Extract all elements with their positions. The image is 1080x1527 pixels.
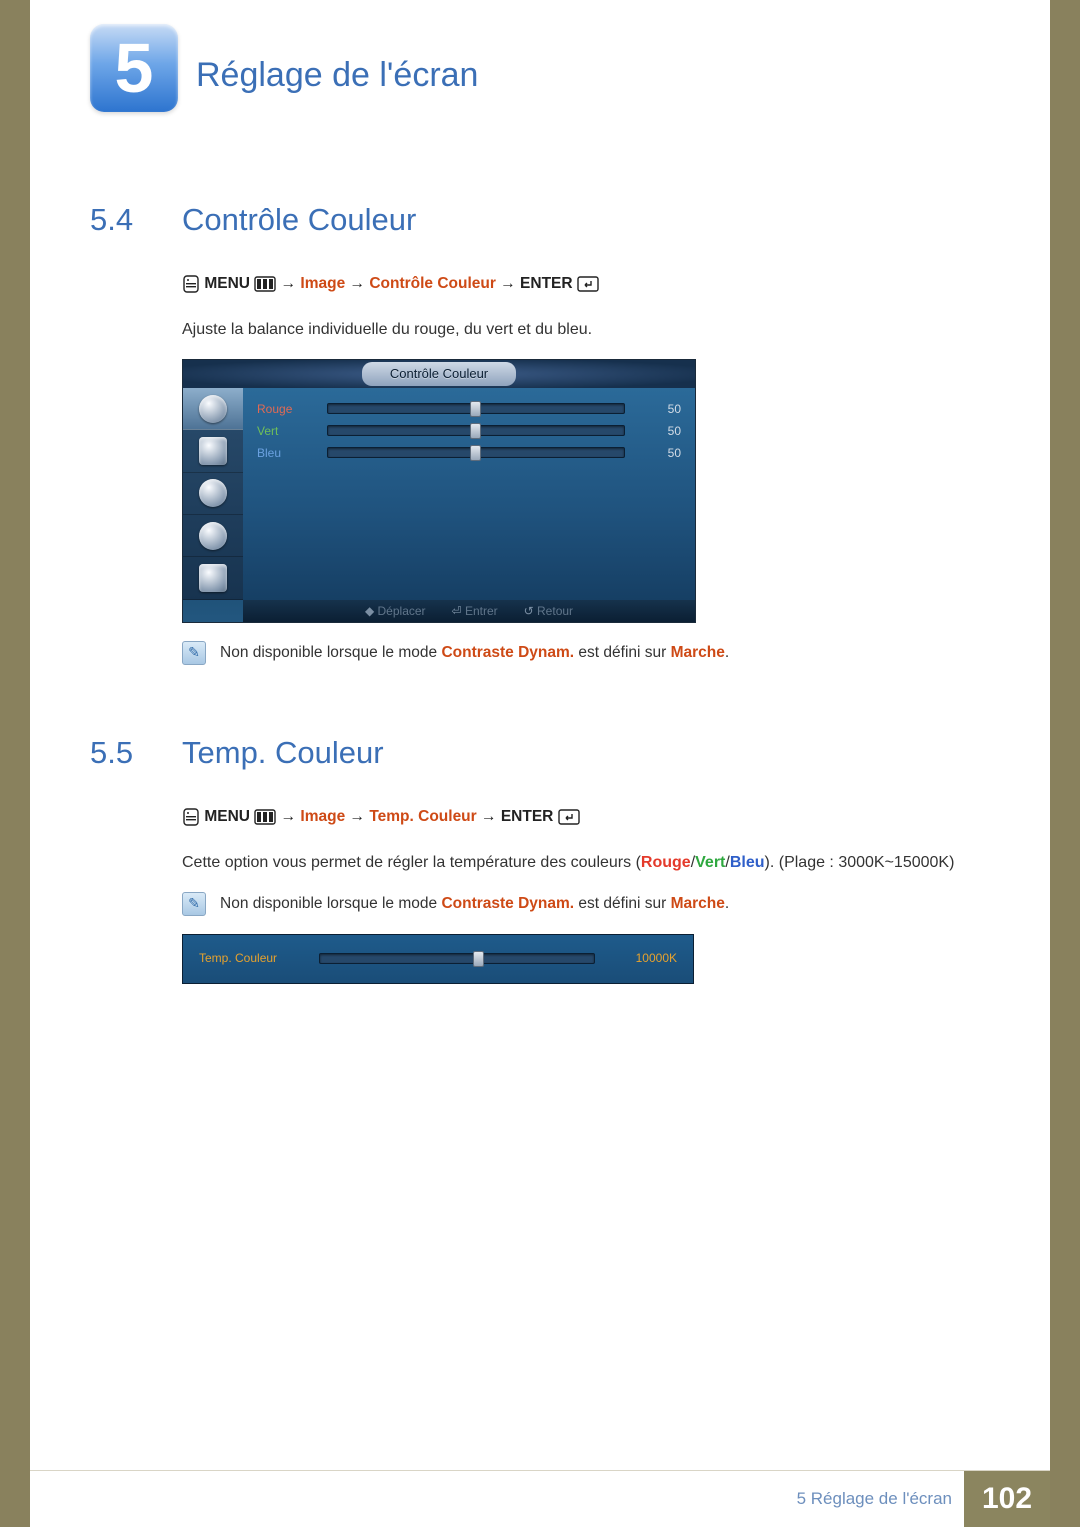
slider-row-vert: Vert 50 [257, 420, 681, 442]
section-title: Temp. Couleur [182, 735, 384, 771]
slider-track [327, 425, 625, 436]
slider-row-bleu: Bleu 50 [257, 442, 681, 464]
section-number: 5.5 [90, 735, 154, 771]
osd2-value: 10000K [595, 949, 677, 968]
slider-label: Bleu [257, 444, 327, 463]
osd-tab-icon [183, 430, 243, 472]
osd-tab-icon [183, 557, 243, 599]
slider-knob [470, 401, 481, 417]
note: ✎ Non disponible lorsque le mode Contras… [182, 641, 990, 665]
page-number: 102 [964, 1471, 1050, 1527]
slider-knob [473, 951, 484, 967]
section-controle-couleur: 5.4 Contrôle Couleur MENU → Image → Cont… [90, 202, 990, 665]
section-number: 5.4 [90, 202, 154, 238]
hint-back: ↺ Retour [524, 602, 573, 621]
footer-text: 5 Réglage de l'écran [797, 1489, 952, 1509]
slider-label: Vert [257, 422, 327, 441]
slider-knob [470, 423, 481, 439]
osd-screenshot-controle-couleur: Contrôle Couleur Rouge 50 V [182, 359, 696, 623]
remote-icon [182, 808, 200, 826]
note-text: Non disponible lorsque le mode Contraste… [220, 892, 729, 916]
chapter-header: 5 Réglage de l'écran [90, 30, 990, 112]
osd-screenshot-temp-couleur: Temp. Couleur 10000K [182, 934, 694, 984]
osd-title: Contrôle Couleur [362, 362, 516, 386]
note: ✎ Non disponible lorsque le mode Contras… [182, 892, 990, 916]
osd-sidebar [183, 388, 243, 600]
section-description: Ajuste la balance individuelle du rouge,… [182, 318, 990, 343]
section-temp-couleur: 5.5 Temp. Couleur MENU → Image → Temp. C… [90, 735, 990, 984]
slider-label: Rouge [257, 400, 327, 419]
menu-grid-icon [254, 276, 276, 292]
slider-row-rouge: Rouge 50 [257, 398, 681, 420]
slider-track [319, 953, 595, 964]
slider-value: 50 [625, 400, 681, 419]
chapter-number-badge: 5 [90, 24, 178, 112]
slider-value: 50 [625, 444, 681, 463]
enter-icon [577, 276, 599, 292]
osd2-label: Temp. Couleur [199, 949, 319, 968]
osd-tab-icon [183, 473, 243, 515]
slider-track [327, 403, 625, 414]
osd-footer-hints: ◆ Déplacer ⏎ Entrer ↺ Retour [243, 600, 695, 622]
chapter-title: Réglage de l'écran [196, 56, 478, 95]
page-footer: 5 Réglage de l'écran 102 [30, 1470, 1050, 1527]
osd-tab-icon [183, 515, 243, 557]
menu-path: MENU → Image → Contrôle Couleur → ENTER [182, 272, 990, 296]
page: 5 Réglage de l'écran 5.4 Contrôle Couleu… [30, 0, 1050, 1527]
note-text: Non disponible lorsque le mode Contraste… [220, 641, 729, 665]
hint-enter: ⏎ Entrer [452, 602, 498, 621]
slider-value: 50 [625, 422, 681, 441]
section-description: Cette option vous permet de régler la te… [182, 851, 990, 876]
section-title: Contrôle Couleur [182, 202, 416, 238]
note-icon: ✎ [182, 892, 206, 916]
slider-knob [470, 445, 481, 461]
menu-path: MENU → Image → Temp. Couleur → ENTER [182, 805, 990, 829]
menu-grid-icon [254, 809, 276, 825]
slider-track [327, 447, 625, 458]
osd-tab-icon [183, 388, 243, 430]
remote-icon [182, 275, 200, 293]
note-icon: ✎ [182, 641, 206, 665]
hint-move: ◆ Déplacer [365, 602, 426, 621]
enter-icon [558, 809, 580, 825]
